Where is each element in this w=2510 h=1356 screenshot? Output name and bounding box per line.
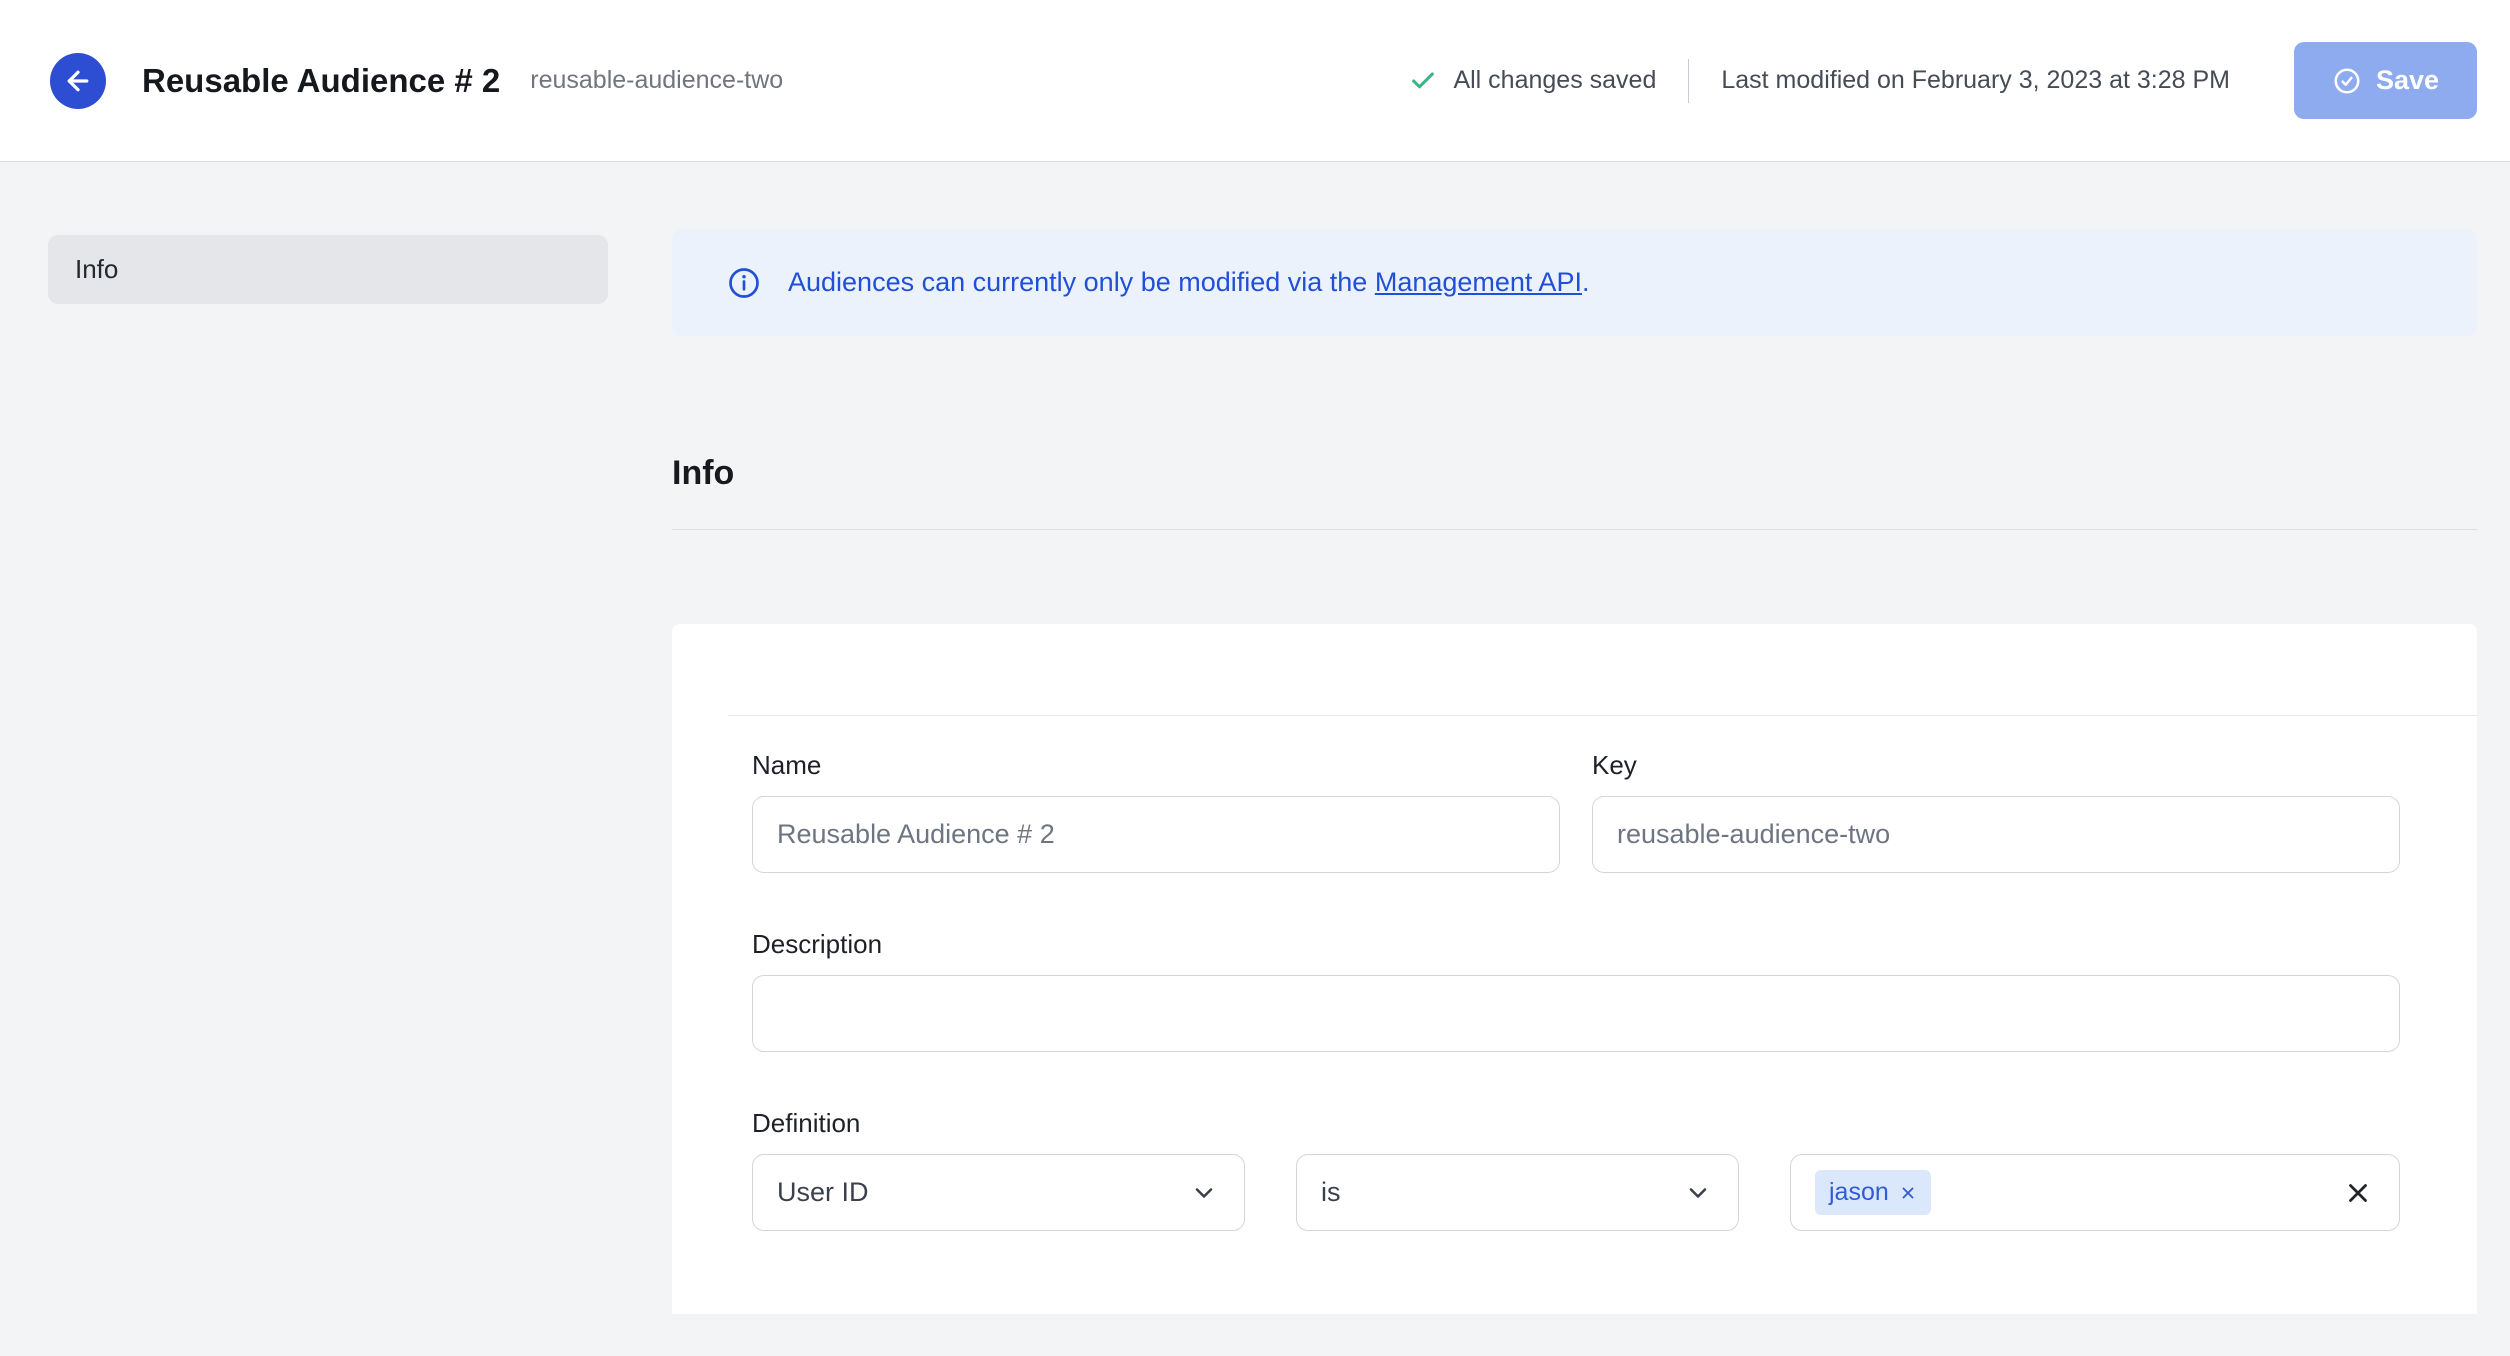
chevron-down-icon — [1684, 1179, 1712, 1207]
name-input[interactable] — [752, 796, 1560, 873]
save-status-text: All changes saved — [1453, 66, 1657, 94]
info-form: Name Key Description Definition User ID — [672, 716, 2477, 1231]
info-card: Name Key Description Definition User ID — [672, 624, 2477, 1314]
management-api-link[interactable]: Management API — [1375, 267, 1582, 297]
clear-values-button[interactable] — [2343, 1178, 2373, 1208]
description-input[interactable] — [752, 975, 2400, 1052]
key-input[interactable] — [1592, 796, 2400, 873]
chip-remove-x-icon[interactable] — [1899, 1184, 1917, 1202]
back-button[interactable] — [50, 52, 106, 109]
definition-operator-select[interactable]: is — [1296, 1154, 1739, 1231]
name-label: Name — [752, 750, 822, 780]
chevron-down-icon — [1190, 1179, 1218, 1207]
key-label: Key — [1592, 750, 1637, 780]
info-icon — [726, 265, 762, 301]
trait-select-value: User ID — [777, 1177, 869, 1207]
definition-label: Definition — [752, 1108, 861, 1138]
save-button-label: Save — [2375, 65, 2440, 95]
operator-select-value: is — [1321, 1177, 1341, 1207]
info-banner: Audiences can currently only be modified… — [672, 229, 2477, 336]
section-title: Info — [672, 454, 735, 492]
value-chip: jason — [1815, 1170, 1931, 1215]
banner-text-after: . — [1581, 267, 1590, 297]
banner-message: Audiences can currently only be modified… — [788, 267, 1589, 298]
save-button[interactable]: Save — [2294, 42, 2477, 119]
last-modified-text: Last modified on February 3, 2023 at 3:2… — [1721, 66, 2230, 94]
save-status: All changes saved — [1409, 66, 1656, 95]
main-panel: Audiences can currently only be modified… — [672, 162, 2477, 1314]
card-header-divider — [728, 624, 2477, 716]
sidebar-item-info[interactable]: Info — [48, 235, 608, 304]
definition-trait-select[interactable]: User ID — [752, 1154, 1245, 1231]
arrow-left-icon — [63, 66, 93, 96]
page-title: Reusable Audience # 2 — [142, 61, 501, 99]
top-bar: Reusable Audience # 2 reusable-audience-… — [0, 0, 2510, 162]
header-divider — [1688, 58, 1690, 103]
banner-text-before: Audiences can currently only be modified… — [788, 267, 1375, 297]
sidebar-item-label: Info — [75, 254, 119, 284]
x-icon — [2343, 1178, 2373, 1208]
sidebar: Info — [0, 162, 672, 1314]
value-chip-label: jason — [1829, 1178, 1889, 1206]
check-icon — [1409, 67, 1437, 95]
definition-value-input[interactable]: jason — [1790, 1154, 2400, 1231]
section-divider — [672, 529, 2477, 530]
circle-check-icon — [2332, 66, 2362, 96]
page-slug: reusable-audience-two — [530, 66, 784, 94]
description-label: Description — [752, 929, 883, 959]
